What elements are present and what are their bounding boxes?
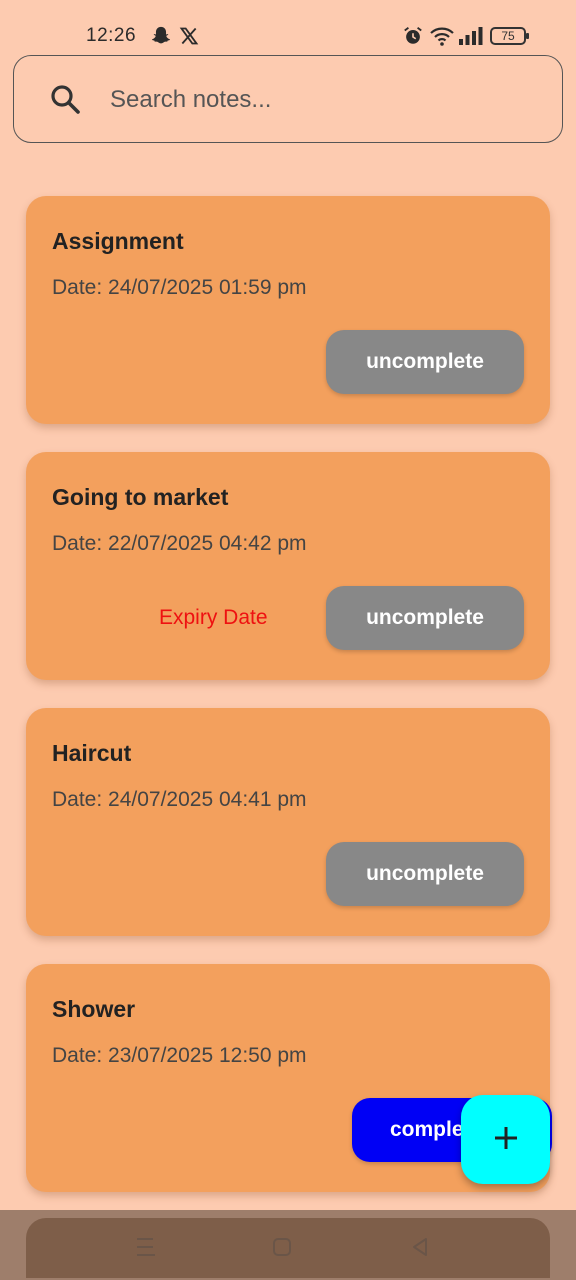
expiry-label: Expiry Date [159, 606, 268, 629]
status-time: 12:26 [86, 25, 137, 46]
search-icon [48, 82, 82, 116]
search-input[interactable] [110, 82, 530, 118]
note-date: Date: 22/07/2025 04:42 pm [52, 532, 307, 555]
alarm-icon [402, 24, 424, 48]
uncomplete-button[interactable]: uncomplete [326, 586, 524, 650]
signal-icon [458, 24, 484, 48]
note-title: Haircut [52, 740, 132, 766]
note-title: Assignment [52, 228, 184, 254]
note-title: Shower [52, 996, 136, 1022]
add-note-button[interactable] [461, 1095, 550, 1184]
uncomplete-button[interactable]: uncomplete [326, 330, 524, 394]
navigation-bar [0, 1210, 576, 1280]
battery-icon: 75 [490, 27, 529, 45]
search-bar[interactable] [13, 55, 563, 143]
note-date: Date: 23/07/2025 12:50 pm [52, 1044, 307, 1067]
note-card[interactable]: Assignment Date: 24/07/2025 01:59 pm unc… [26, 196, 550, 424]
snapchat-icon [150, 24, 172, 48]
back-icon[interactable] [405, 1232, 435, 1262]
x-icon [179, 24, 199, 48]
menu-icon[interactable] [131, 1232, 161, 1262]
note-date: Date: 24/07/2025 01:59 pm [52, 276, 307, 299]
home-icon[interactable] [267, 1232, 297, 1262]
notes-screen: 12:26 75 Assignment Date: 24/07/2025 01:… [0, 0, 576, 1280]
note-date: Date: 24/07/2025 04:41 pm [52, 788, 307, 811]
note-card[interactable]: Going to market Date: 22/07/2025 04:42 p… [26, 452, 550, 680]
note-card[interactable]: Haircut Date: 24/07/2025 04:41 pm uncomp… [26, 708, 550, 936]
plus-icon [492, 1124, 520, 1155]
wifi-icon [429, 24, 455, 48]
note-title: Going to market [52, 484, 229, 510]
uncomplete-button[interactable]: uncomplete [326, 842, 524, 906]
